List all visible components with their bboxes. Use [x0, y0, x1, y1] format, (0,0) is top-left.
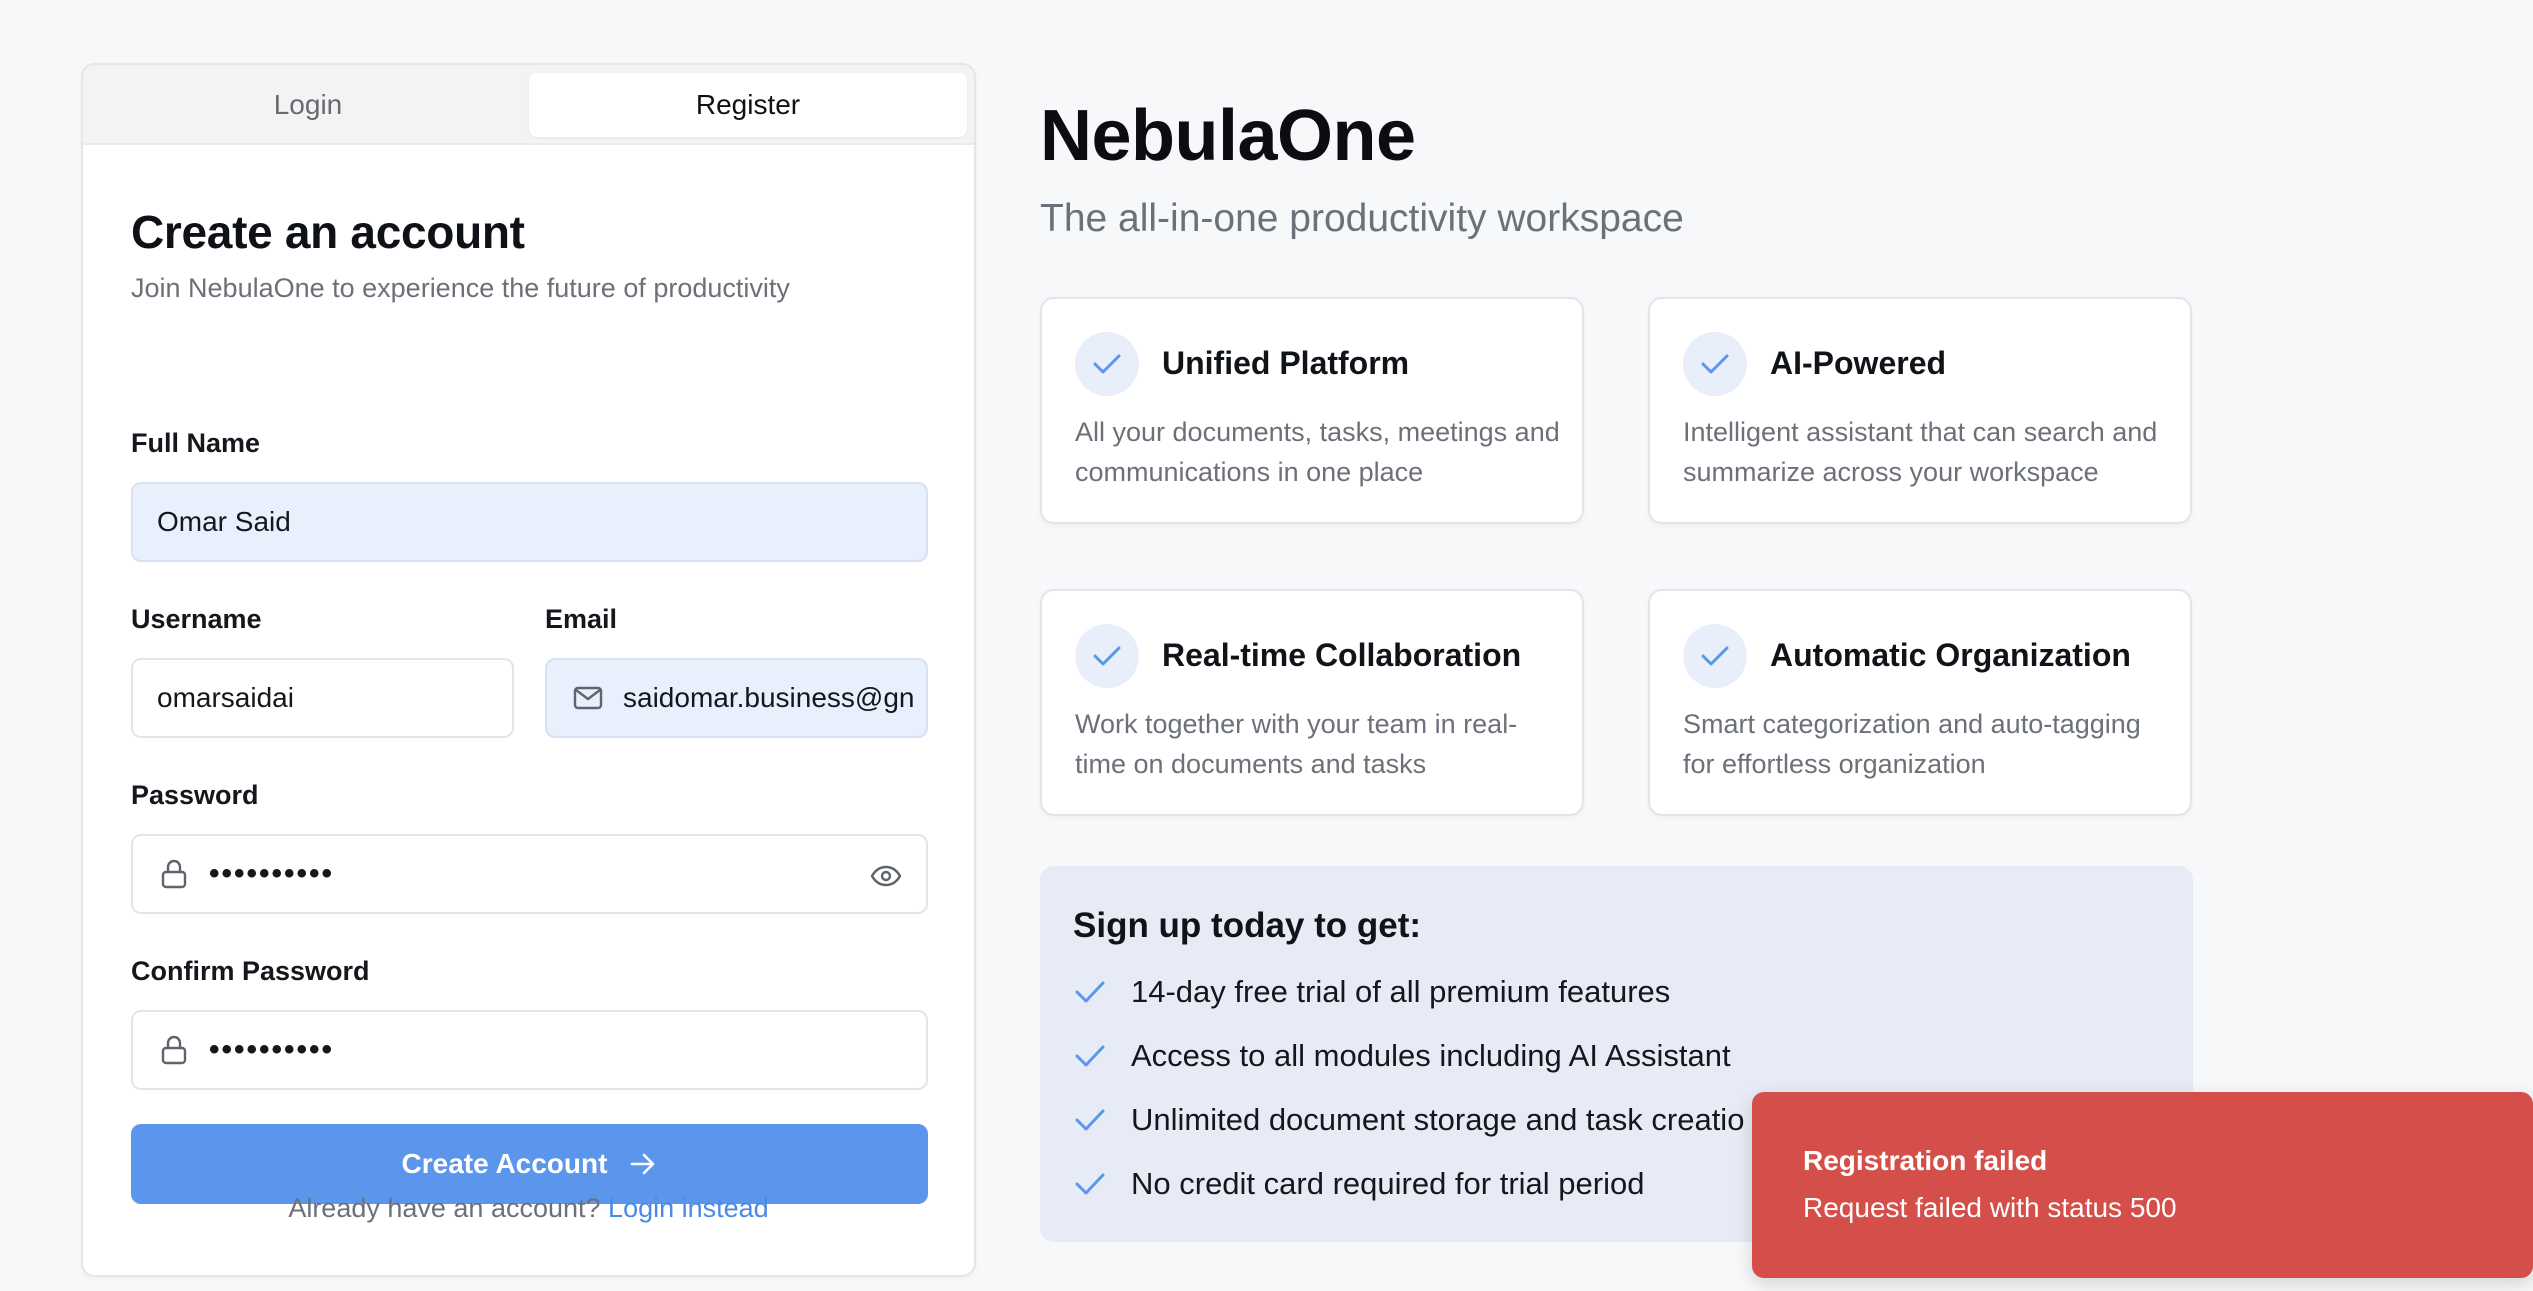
- benefit-item: 14-day free trial of all premium feature…: [1073, 974, 1670, 1010]
- feature-card-unified-platform: Unified Platform All your documents, tas…: [1040, 297, 1584, 524]
- brand-title: NebulaOne: [1040, 96, 1416, 176]
- form-title: Create an account: [131, 206, 525, 258]
- feature-description: All your documents, tasks, meetings and …: [1075, 417, 1560, 487]
- feature-card-realtime-collaboration: Real-time Collaboration Work together wi…: [1040, 589, 1584, 816]
- tab-login[interactable]: Login: [91, 73, 525, 137]
- feature-description: Smart categorization and auto-tagging fo…: [1683, 709, 2141, 779]
- password-input[interactable]: ••••••••••: [131, 834, 928, 914]
- benefit-item: No credit card required for trial period: [1073, 1166, 1644, 1202]
- benefit-text: 14-day free trial of all premium feature…: [1131, 974, 1671, 1009]
- check-icon: [1073, 1039, 1107, 1073]
- full-name-input[interactable]: Omar Said: [131, 482, 928, 562]
- login-prompt: Already have an account? Login instead: [83, 1193, 974, 1224]
- check-icon: [1683, 624, 1747, 688]
- auth-card: Login Register Create an account Join Ne…: [81, 63, 976, 1277]
- benefit-text: Unlimited document storage and task crea…: [1131, 1102, 1745, 1137]
- create-account-label: Create Account: [401, 1148, 608, 1179]
- feature-description: Intelligent assistant that can search an…: [1683, 417, 2158, 487]
- lock-icon: [157, 857, 191, 891]
- confirm-password-input[interactable]: ••••••••••: [131, 1010, 928, 1090]
- full-name-value: Omar Said: [157, 506, 291, 537]
- form-subtitle: Join NebulaOne to experience the future …: [131, 273, 790, 303]
- toast-message: Request failed with status 500: [1803, 1192, 2177, 1223]
- login-instead-link[interactable]: Login instead: [608, 1193, 769, 1223]
- email-value: saidomar.business@gn: [623, 682, 915, 713]
- feature-card-automatic-organization: Automatic Organization Smart categorizat…: [1648, 589, 2192, 816]
- feature-description: Work together with your team in real-tim…: [1075, 709, 1518, 779]
- toast-title: Registration failed: [1803, 1145, 2048, 1176]
- check-icon: [1073, 975, 1107, 1009]
- signup-title: Sign up today to get:: [1073, 906, 1422, 945]
- email-input[interactable]: saidomar.business@gn: [545, 658, 928, 738]
- confirm-password-value: ••••••••••: [209, 1033, 335, 1066]
- feature-title: Automatic Organization: [1770, 637, 2131, 673]
- check-icon: [1683, 332, 1747, 396]
- lock-icon: [157, 1033, 191, 1067]
- error-toast[interactable]: Registration failed Request failed with …: [1752, 1092, 2533, 1278]
- benefit-text: Access to all modules including AI Assis…: [1131, 1038, 1731, 1073]
- benefit-item: Access to all modules including AI Assis…: [1073, 1038, 1731, 1074]
- auth-tabs: Login Register: [83, 65, 974, 145]
- feature-title: Unified Platform: [1162, 345, 1410, 381]
- benefit-text: No credit card required for trial period: [1131, 1166, 1645, 1201]
- check-icon: [1073, 1167, 1107, 1201]
- tab-register[interactable]: Register: [529, 73, 967, 137]
- feature-card-ai-powered: AI-Powered Intelligent assistant that ca…: [1648, 297, 2192, 524]
- feature-title: AI-Powered: [1770, 345, 1947, 381]
- mail-icon: [571, 681, 605, 715]
- login-prompt-text: Already have an account?: [288, 1193, 601, 1223]
- password-value: ••••••••••: [209, 857, 335, 890]
- benefit-item: Unlimited document storage and task crea…: [1073, 1102, 1744, 1138]
- check-icon: [1075, 624, 1139, 688]
- create-account-button[interactable]: Create Account: [131, 1124, 928, 1204]
- check-icon: [1073, 1103, 1107, 1137]
- eye-icon[interactable]: [868, 858, 904, 894]
- arrow-right-icon: [629, 1152, 657, 1176]
- full-name-label: Full Name: [131, 428, 261, 458]
- confirm-password-label: Confirm Password: [131, 956, 370, 986]
- username-value: omarsaidai: [157, 682, 294, 713]
- feature-title: Real-time Collaboration: [1162, 637, 1522, 673]
- brand-tagline: The all-in-one productivity workspace: [1040, 197, 1684, 240]
- password-label: Password: [131, 780, 259, 810]
- check-icon: [1075, 332, 1139, 396]
- username-label: Username: [131, 604, 262, 634]
- username-input[interactable]: omarsaidai: [131, 658, 514, 738]
- email-label: Email: [545, 604, 618, 634]
